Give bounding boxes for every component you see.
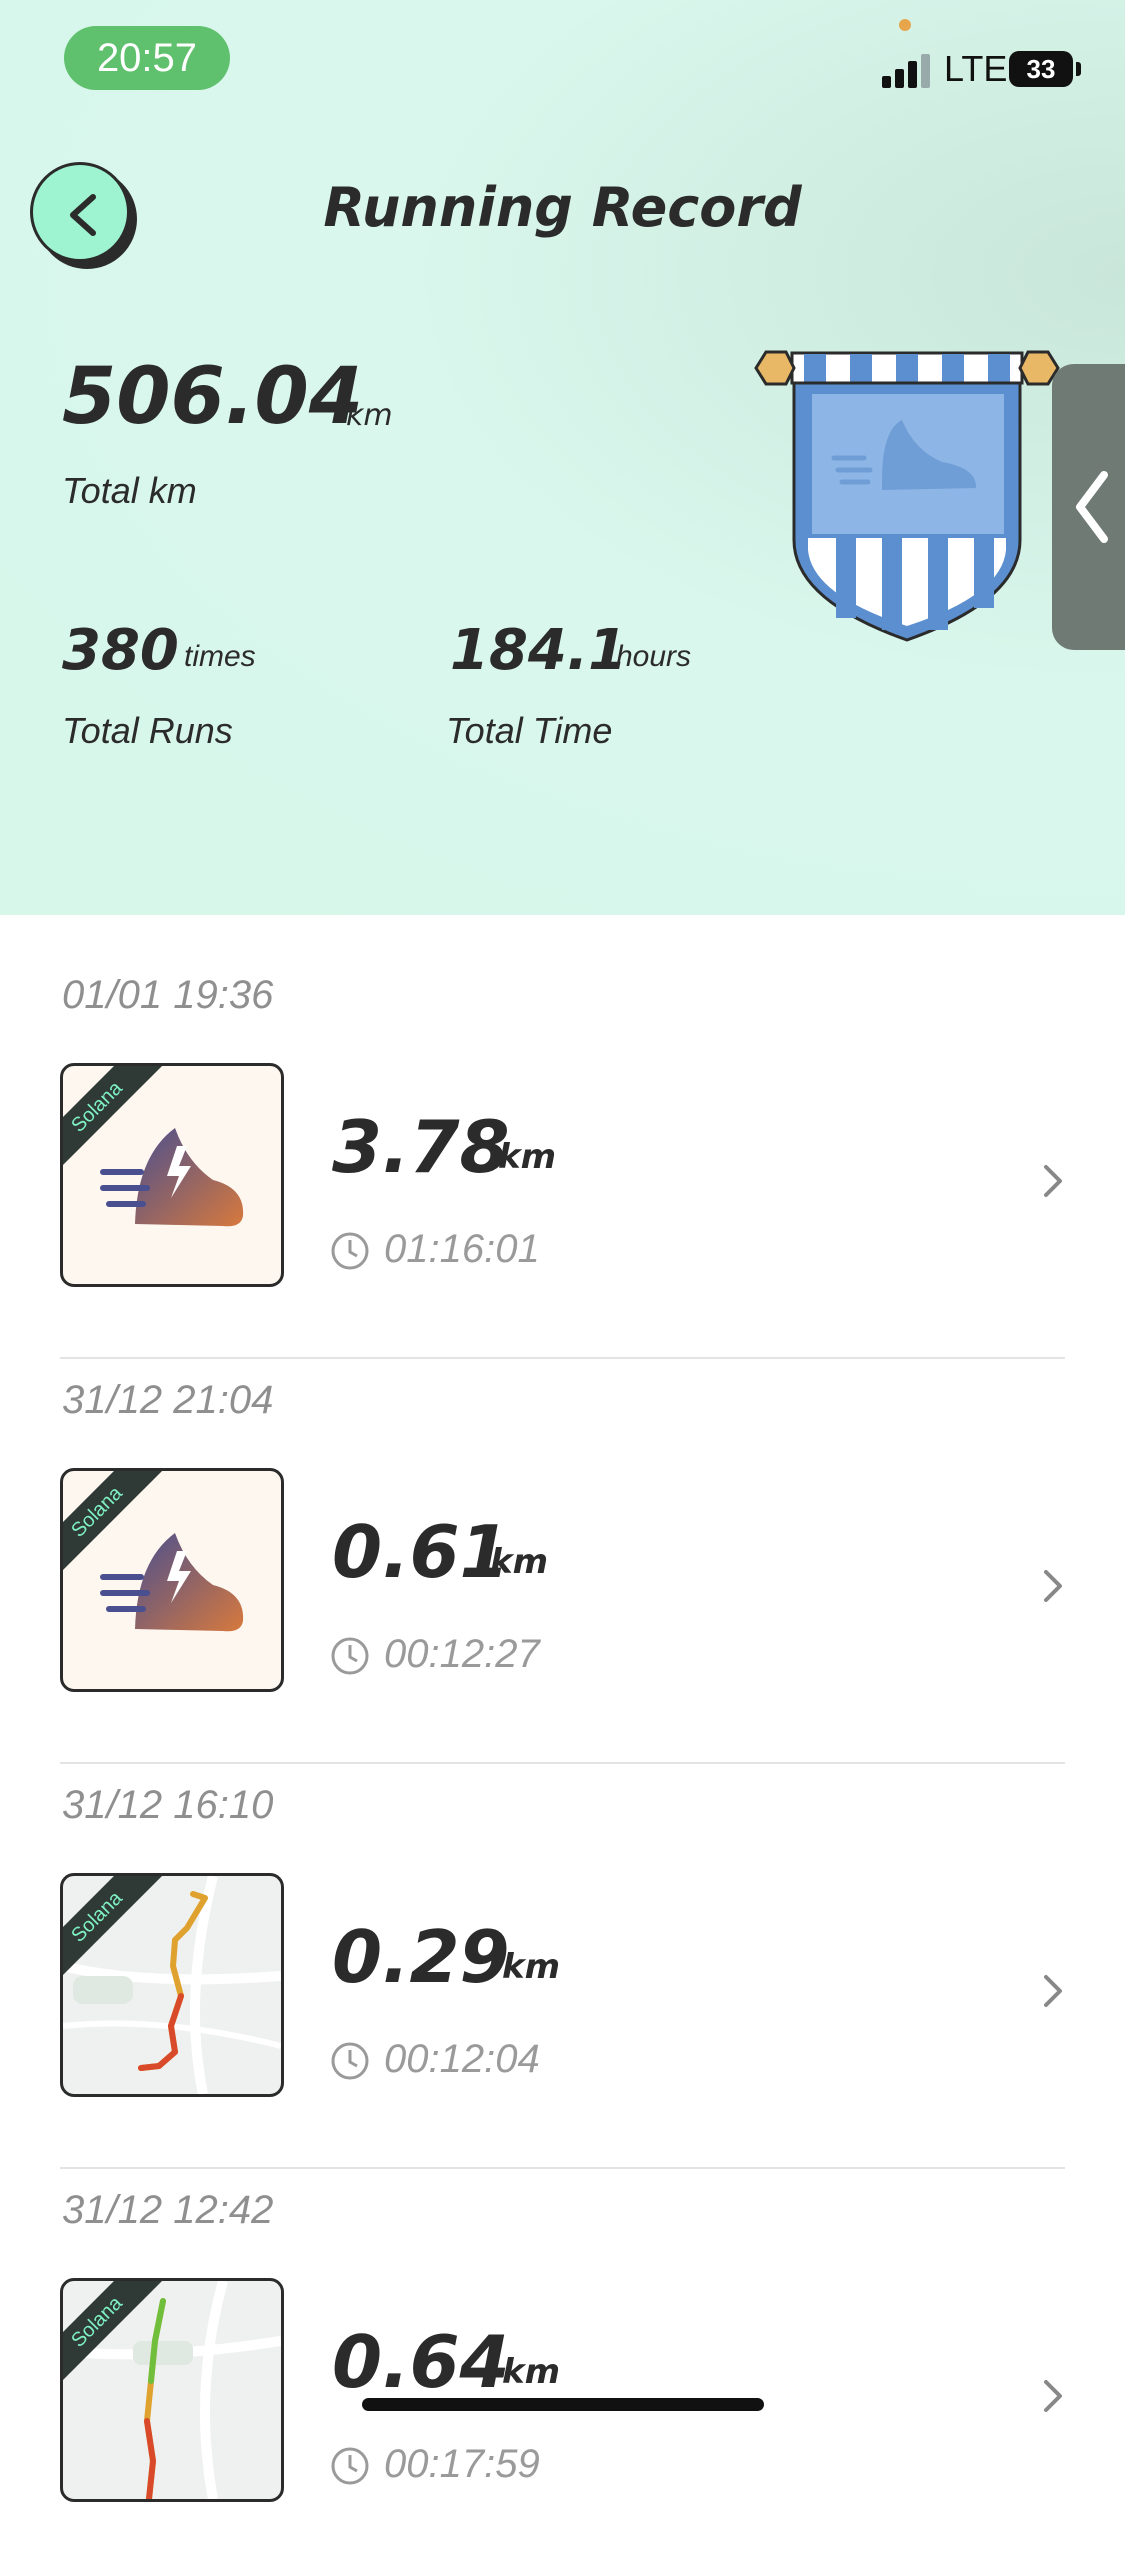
record-divider [60, 1357, 1065, 1359]
total-km-unit: km [346, 398, 393, 433]
record-thumbnail: Solana [60, 2278, 284, 2502]
record-duration: 01:16:01 [384, 1227, 540, 1271]
total-runs-unit: times [184, 640, 256, 673]
record-distance-unit: km [498, 1137, 557, 1177]
record-date: 31/12 16:10 [62, 1783, 274, 1827]
chevron-right-icon [1044, 2380, 1062, 2412]
record-distance: 3.78 [332, 1105, 510, 1189]
run-record-item[interactable]: 31/12 16:10 Solana 0.29 km 00:12:04 [0, 1765, 1125, 2170]
run-record-item[interactable]: 01/01 19:36 Solana 3.78 km 01:16:01 [0, 955, 1125, 1360]
signal-icon [882, 52, 934, 88]
clock-icon [331, 2042, 369, 2080]
record-thumbnail: Solana [60, 1468, 284, 1692]
record-thumbnail: Solana [60, 1063, 284, 1287]
record-divider [60, 1762, 1065, 1764]
record-thumbnail: Solana [60, 1873, 284, 2097]
record-date: 31/12 12:42 [62, 2188, 274, 2232]
chevron-right-icon [1044, 1165, 1062, 1197]
chevron-right-icon [1044, 1975, 1062, 2007]
total-time-label: Total Time [446, 710, 613, 751]
record-divider [60, 2167, 1065, 2169]
total-km-value: 506.04 [62, 352, 363, 442]
record-distance: 0.29 [332, 1915, 510, 1999]
total-km-label: Total km [62, 470, 197, 511]
privacy-indicator-dot [899, 19, 911, 31]
total-runs-value: 380 [62, 618, 179, 683]
record-duration: 00:17:59 [384, 2442, 540, 2486]
status-time: 20:57 [64, 26, 230, 90]
run-record-item[interactable]: 31/12 12:42 Solana 0.64 km 00:17:59 [0, 2170, 1125, 2575]
record-distance-unit: km [502, 1947, 561, 1987]
page-title: Running Record [323, 176, 802, 239]
clock-icon [331, 1232, 369, 1270]
total-runs-label: Total Runs [62, 710, 233, 751]
achievement-banner-icon [754, 350, 1060, 642]
record-distance: 0.64 [332, 2320, 510, 2404]
battery-tip [1076, 62, 1081, 76]
chevron-left-icon [1076, 471, 1108, 543]
clock-icon [331, 1637, 369, 1675]
record-distance-unit: km [490, 1542, 549, 1582]
run-record-item[interactable]: 31/12 21:04 Solana 0.61 km 00:12:27 [0, 1360, 1125, 1765]
total-time-value: 184.1 [450, 618, 628, 683]
record-duration: 00:12:27 [384, 1632, 540, 1676]
clock-icon [331, 2447, 369, 2485]
record-duration: 00:12:04 [384, 2037, 540, 2081]
total-time-unit: hours [616, 640, 692, 673]
network-label: LTE [944, 48, 1008, 89]
home-indicator[interactable] [362, 2398, 764, 2411]
record-date: 01/01 19:36 [62, 973, 274, 1017]
side-drawer-handle[interactable] [1052, 364, 1125, 650]
battery-icon: 33 [1009, 51, 1073, 87]
record-distance: 0.61 [332, 1510, 510, 1594]
record-date: 31/12 21:04 [62, 1378, 274, 1422]
chevron-right-icon [1044, 1570, 1062, 1602]
record-distance-unit: km [502, 2352, 561, 2392]
